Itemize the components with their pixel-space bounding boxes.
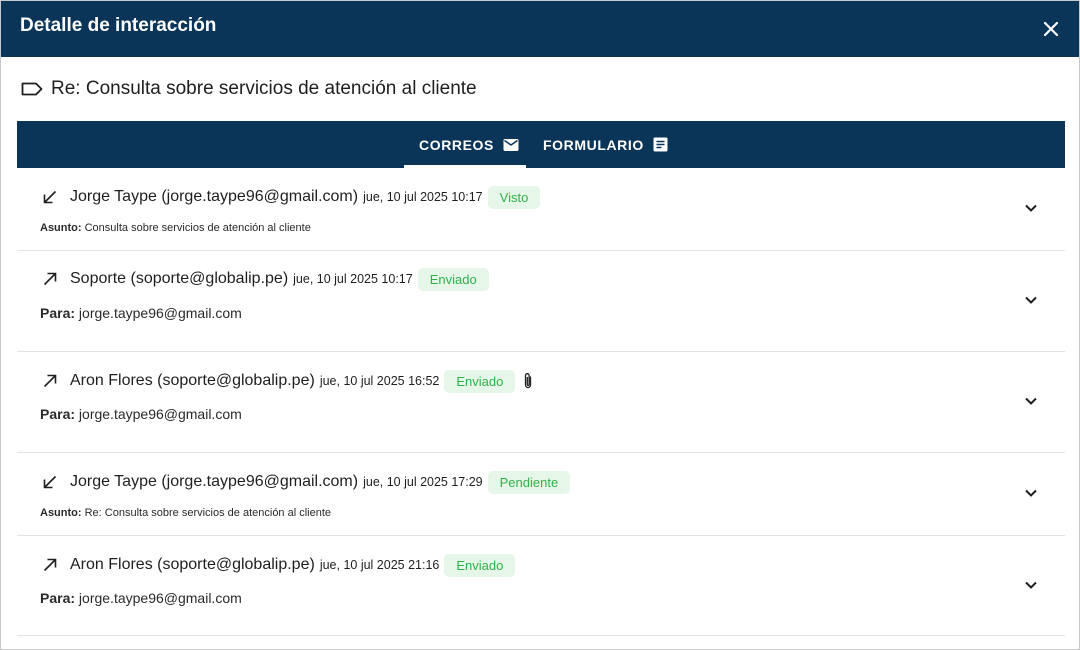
subject-value: Consulta sobre servicios de atención al … bbox=[84, 222, 311, 234]
dialog-title: Detalle de interacción bbox=[20, 15, 217, 36]
tab-formulario[interactable]: FORMULARIO bbox=[541, 121, 677, 168]
recipient-label: Para: bbox=[40, 305, 76, 321]
form-icon bbox=[653, 137, 668, 152]
email-recipient-line: Para: jorge.taype96@gmail.com bbox=[40, 590, 242, 606]
recipient-label: Para: bbox=[40, 406, 76, 422]
arrow-outgoing-icon bbox=[41, 556, 59, 574]
expand-button[interactable] bbox=[1021, 290, 1041, 310]
list-bottom-divider bbox=[17, 635, 1065, 636]
status-badge: Enviado bbox=[444, 553, 516, 577]
recipient-value: jorge.taype96@gmail.com bbox=[78, 406, 242, 422]
expand-button[interactable] bbox=[1021, 198, 1041, 218]
dialog-header: Detalle de interacción bbox=[1, 1, 1079, 57]
interaction-subject: Re: Consulta sobre servicios de atención… bbox=[20, 75, 477, 103]
chevron-down-icon bbox=[1025, 204, 1037, 212]
arrow-outgoing-icon bbox=[41, 372, 59, 390]
subject-text: Re: Consulta sobre servicios de atención… bbox=[51, 78, 477, 99]
attachment-icon bbox=[522, 372, 536, 390]
status-badge: Pendiente bbox=[487, 470, 571, 494]
email-item[interactable]: Soporte (soporte@globalip.pe) jue, 10 ju… bbox=[17, 251, 1065, 352]
tab-correos[interactable]: CORREOS bbox=[404, 121, 526, 168]
email-item[interactable]: Jorge Taype (jorge.taype96@gmail.com) ju… bbox=[17, 168, 1065, 251]
chevron-down-icon bbox=[1025, 397, 1037, 405]
email-date: jue, 10 jul 2025 10:17 bbox=[293, 272, 413, 286]
email-date: jue, 10 jul 2025 10:17 bbox=[363, 190, 483, 204]
email-date: jue, 10 jul 2025 21:16 bbox=[319, 558, 440, 572]
arrow-incoming-icon bbox=[41, 188, 59, 206]
subject-label: Asunto: bbox=[40, 222, 82, 234]
email-sender: Aron Flores (soporte@globalip.pe) bbox=[70, 556, 315, 573]
status-badge: Enviado bbox=[417, 267, 489, 291]
chevron-down-icon bbox=[1025, 296, 1037, 304]
recipient-value: jorge.taype96@gmail.com bbox=[78, 305, 242, 321]
email-item[interactable]: Aron Flores (soporte@globalip.pe) jue, 1… bbox=[17, 536, 1065, 636]
expand-button[interactable] bbox=[1021, 391, 1041, 411]
email-subject-line: Asunto: Consulta sobre servicios de aten… bbox=[40, 222, 311, 234]
mail-icon bbox=[503, 138, 519, 151]
expand-button[interactable] bbox=[1021, 575, 1041, 595]
email-sender: Jorge Taype (jorge.taype96@gmail.com) bbox=[70, 188, 359, 205]
subject-value: Re: Consulta sobre servicios de atención… bbox=[84, 507, 332, 519]
email-recipient-line: Para: jorge.taype96@gmail.com bbox=[40, 305, 242, 321]
close-button[interactable] bbox=[1039, 17, 1063, 41]
recipient-value: jorge.taype96@gmail.com bbox=[78, 590, 242, 606]
expand-button[interactable] bbox=[1021, 483, 1041, 503]
email-recipient-line: Para: jorge.taype96@gmail.com bbox=[40, 406, 242, 422]
email-sender: Soporte (soporte@globalip.pe) bbox=[70, 270, 289, 287]
subject-label: Asunto: bbox=[40, 507, 82, 519]
email-date: jue, 10 jul 2025 16:52 bbox=[319, 374, 440, 388]
chevron-down-icon bbox=[1025, 489, 1037, 497]
chevron-down-icon bbox=[1025, 581, 1037, 589]
email-date: jue, 10 jul 2025 17:29 bbox=[363, 475, 483, 489]
close-icon bbox=[1043, 21, 1059, 37]
recipient-label: Para: bbox=[40, 590, 76, 606]
arrow-outgoing-icon bbox=[41, 270, 59, 288]
email-item[interactable]: Aron Flores (soporte@globalip.pe) jue, 1… bbox=[17, 352, 1065, 453]
email-sender: Jorge Taype (jorge.taype96@gmail.com) bbox=[70, 473, 359, 490]
label-tag-icon bbox=[21, 82, 43, 96]
interaction-detail-dialog: Detalle de interacción Re: Consulta sobr… bbox=[0, 0, 1080, 650]
status-badge: Visto bbox=[487, 185, 541, 209]
email-sender: Aron Flores (soporte@globalip.pe) bbox=[70, 372, 315, 389]
tab-correos-label: CORREOS bbox=[419, 136, 494, 153]
arrow-incoming-icon bbox=[41, 473, 59, 491]
email-subject-line: Asunto: Re: Consulta sobre servicios de … bbox=[40, 507, 331, 519]
tab-bar: CORREOS FORMULARIO bbox=[17, 121, 1065, 168]
email-item[interactable]: Jorge Taype (jorge.taype96@gmail.com) ju… bbox=[17, 453, 1065, 536]
status-badge: Enviado bbox=[444, 369, 516, 393]
tab-formulario-label: FORMULARIO bbox=[543, 136, 644, 153]
